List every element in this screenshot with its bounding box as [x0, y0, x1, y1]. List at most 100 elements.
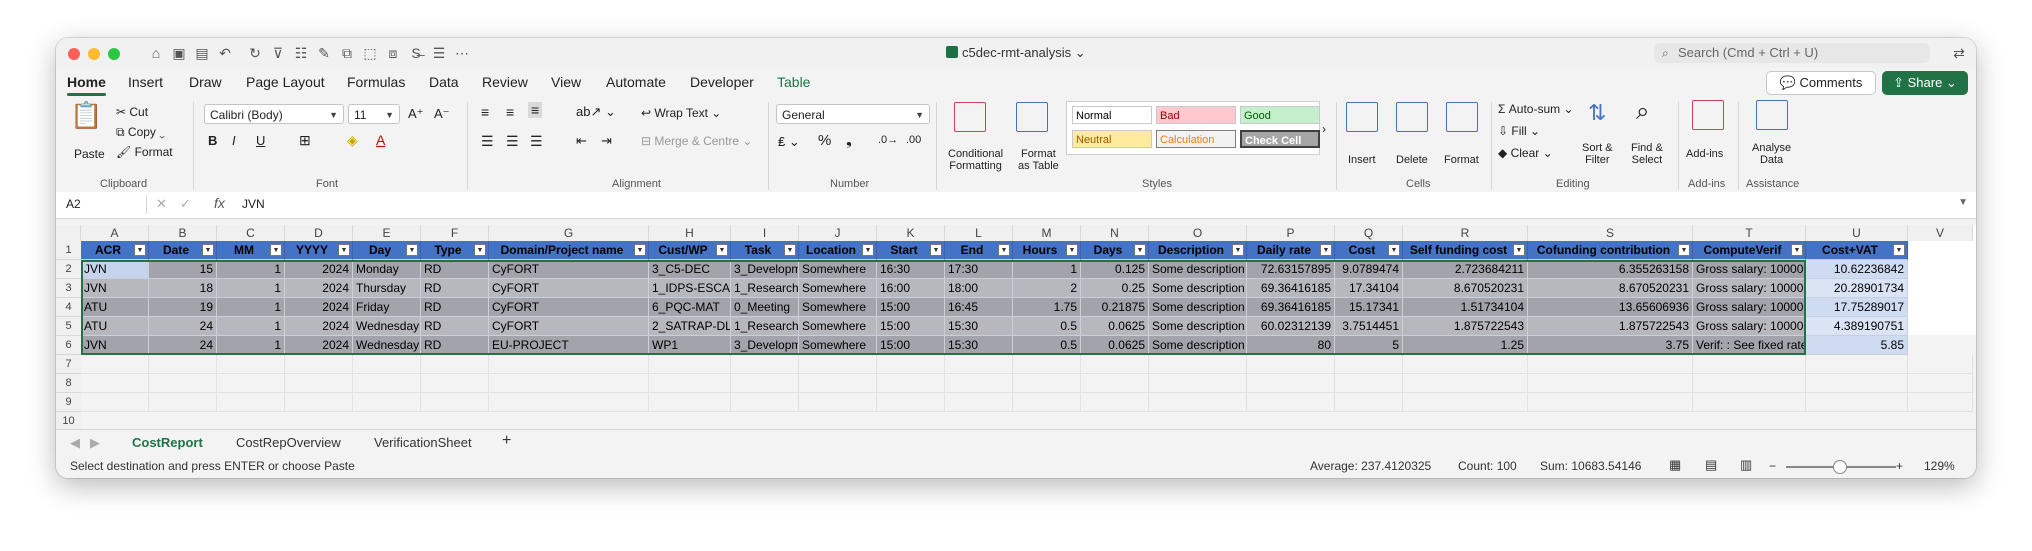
empty-cell[interactable] [1081, 374, 1149, 393]
table-cell[interactable]: 0.5 [1013, 336, 1081, 355]
table-cell[interactable]: 17.75289017 [1806, 298, 1908, 317]
table-cell[interactable]: JVN [81, 336, 149, 355]
fill-button[interactable]: ⇩ Fill ⌄ [1498, 124, 1540, 138]
table-header-cell[interactable]: End ▼ [945, 241, 1013, 260]
currency-icon[interactable]: ₤ ⌄ [778, 134, 800, 150]
table-header-cell[interactable]: Domain/Project name ▼ [489, 241, 649, 260]
normal-view-icon[interactable]: ▦ [1669, 457, 1681, 473]
table-cell[interactable]: 2024 [285, 279, 353, 298]
row-header-3[interactable]: 3 [56, 279, 81, 298]
share-button[interactable]: ⇪ Share ⌄ [1882, 71, 1968, 95]
empty-cell[interactable] [1908, 374, 1973, 393]
table-header-cell[interactable]: Hours ▼ [1013, 241, 1081, 260]
empty-cell[interactable] [149, 374, 217, 393]
empty-cell[interactable] [877, 374, 945, 393]
decrease-decimal-icon[interactable]: .00 [906, 134, 921, 146]
table-cell[interactable]: WP1 [649, 336, 731, 355]
table-header-cell[interactable]: ACR ▼ [81, 241, 149, 260]
column-header-l[interactable]: L [945, 225, 1013, 241]
empty-cell[interactable] [489, 355, 649, 374]
paste-label[interactable]: Paste [74, 147, 105, 161]
empty-cell[interactable] [149, 355, 217, 374]
filter-dropdown-icon[interactable]: ▼ [1388, 244, 1400, 256]
bold-button[interactable]: B [208, 133, 217, 148]
format-as-table-button[interactable]: Format as Table [1018, 148, 1059, 172]
format-cells-button[interactable]: Format [1444, 154, 1479, 166]
table-cell[interactable]: 17:30 [945, 260, 1013, 279]
comma-icon[interactable]: ❟ [846, 132, 852, 149]
filter-dropdown-icon[interactable]: ▼ [998, 244, 1010, 256]
empty-cell[interactable] [489, 374, 649, 393]
table-cell[interactable]: 2024 [285, 298, 353, 317]
tab-data[interactable]: Data [429, 74, 459, 90]
table-cell[interactable]: 15:30 [945, 317, 1013, 336]
table-cell[interactable]: 5.85 [1806, 336, 1908, 355]
table-cell[interactable]: ATU [81, 298, 149, 317]
table-cell[interactable]: 69.36416185 [1247, 279, 1335, 298]
table-cell[interactable]: 24 [149, 317, 217, 336]
tab-view[interactable]: View [551, 74, 581, 90]
filter-dropdown-icon[interactable]: ▼ [1513, 244, 1525, 256]
filter-dropdown-icon[interactable]: ▼ [270, 244, 282, 256]
table-cell[interactable]: 4.389190751 [1806, 317, 1908, 336]
empty-cell[interactable] [421, 374, 489, 393]
empty-cell[interactable] [1081, 355, 1149, 374]
next-sheet-icon[interactable]: ▶ [90, 435, 100, 451]
table-cell[interactable]: 2024 [285, 317, 353, 336]
table-cell[interactable]: 3.7514451 [1335, 317, 1403, 336]
table-cell[interactable]: 0.125 [1081, 260, 1149, 279]
tab-table[interactable]: Table [777, 74, 810, 90]
filter-dropdown-icon[interactable]: ▼ [1893, 244, 1905, 256]
empty-cell[interactable] [1528, 393, 1693, 412]
empty-cell[interactable] [421, 393, 489, 412]
table-cell[interactable]: 2 [1013, 279, 1081, 298]
tab-review[interactable]: Review [482, 74, 528, 90]
filter-dropdown-icon[interactable]: ▼ [1232, 244, 1244, 256]
style-neutral[interactable]: Neutral [1072, 130, 1152, 148]
empty-cell[interactable] [353, 374, 421, 393]
table-cell[interactable]: 1 [217, 336, 285, 355]
autosum-button[interactable]: Σ Auto-sum ⌄ [1498, 102, 1574, 116]
empty-cell[interactable] [731, 393, 799, 412]
style-calculation[interactable]: Calculation [1156, 130, 1236, 148]
empty-cell[interactable] [799, 355, 877, 374]
analyse-data-icon[interactable] [1756, 100, 1788, 130]
table-header-cell[interactable]: Task ▼ [731, 241, 799, 260]
filter-dropdown-icon[interactable]: ▼ [338, 244, 350, 256]
empty-cell[interactable] [649, 393, 731, 412]
empty-cell[interactable] [217, 393, 285, 412]
conditional-formatting-icon[interactable] [954, 102, 986, 132]
table-cell[interactable]: 3.75 [1528, 336, 1693, 355]
table-cell[interactable]: 0.25 [1081, 279, 1149, 298]
save-as-icon[interactable]: ▤ [193, 44, 211, 62]
table-cell[interactable]: 1 [1013, 260, 1081, 279]
clear-button[interactable]: ◆ Clear ⌄ [1498, 146, 1553, 160]
align-middle-icon[interactable]: ≡ [506, 104, 514, 120]
row-header-8[interactable]: 8 [56, 374, 81, 393]
column-header-h[interactable]: H [649, 225, 731, 241]
add-sheet-button[interactable]: + [502, 432, 511, 450]
table-cell[interactable]: 69.36416185 [1247, 298, 1335, 317]
table-header-cell[interactable]: Description ▼ [1149, 241, 1247, 260]
style-good[interactable]: Good [1240, 106, 1320, 124]
column-header-a[interactable]: A [81, 225, 149, 241]
table-cell[interactable]: 10.62236842 [1806, 260, 1908, 279]
column-header-i[interactable]: I [731, 225, 799, 241]
empty-cell[interactable] [1247, 355, 1335, 374]
table-cell[interactable]: 13.65606936 [1528, 298, 1693, 317]
filter-dropdown-icon[interactable]: ▼ [134, 244, 146, 256]
empty-cell[interactable] [1013, 374, 1081, 393]
shape-icon[interactable]: ⧉ [338, 44, 356, 62]
table-header-cell[interactable]: Cost+VAT ▼ [1806, 241, 1908, 260]
empty-cell[interactable] [1149, 355, 1247, 374]
table-cell[interactable]: 15:00 [877, 317, 945, 336]
empty-cell[interactable] [1335, 374, 1403, 393]
row-header-2[interactable]: 2 [56, 260, 81, 279]
empty-cell[interactable] [649, 355, 731, 374]
empty-cell[interactable] [353, 393, 421, 412]
filter-dropdown-icon[interactable]: ▼ [1791, 244, 1803, 256]
table-cell[interactable]: 2_SATRAP-DL [649, 317, 731, 336]
table-cell[interactable]: 1.25 [1403, 336, 1528, 355]
table-cell[interactable]: RD [421, 260, 489, 279]
number-format-dropdown[interactable]: General ▼ [776, 104, 930, 124]
